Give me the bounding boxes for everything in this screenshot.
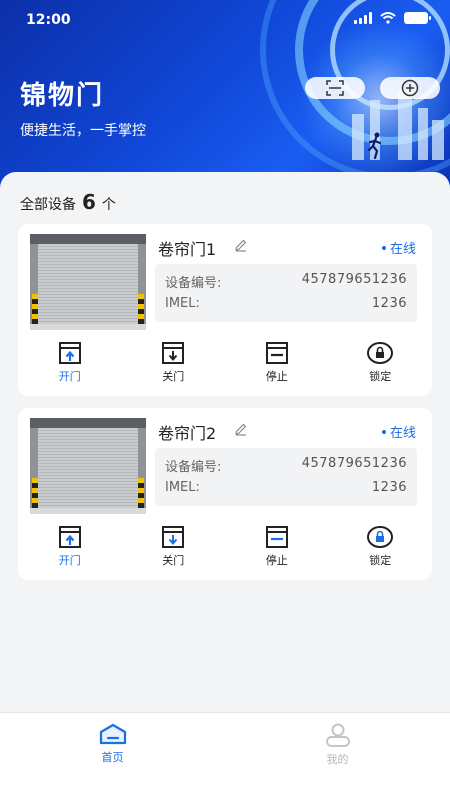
device-actions: 开门 关门 停止 锁定	[18, 524, 432, 574]
online-status: 在线	[381, 422, 416, 441]
device-count-label: 全部设备	[20, 197, 76, 213]
imel-row: IMEL: 1236	[165, 296, 407, 311]
wifi-icon	[380, 12, 396, 24]
online-status: 在线	[381, 238, 416, 257]
device-list-panel: 全部设备 6 个 卷帘门1 在线 设备编号: 457879651236 IMEL…	[0, 172, 450, 712]
imel-value: 1236	[371, 296, 407, 311]
lock-door-button[interactable]: 锁定	[329, 340, 433, 390]
open-door-label: 开门	[58, 554, 81, 567]
status-time: 12:00	[26, 12, 71, 28]
app-title: 锦物门	[20, 81, 105, 111]
device-count-unit: 个	[101, 197, 116, 213]
device-name: 卷帘门1	[158, 240, 217, 259]
add-circle-icon	[401, 79, 419, 97]
roller-door-image	[30, 418, 146, 514]
runner-icon	[367, 132, 382, 160]
building-graphic	[398, 90, 412, 160]
stop-door-label: 停止	[265, 370, 288, 383]
imel-label: IMEL:	[165, 296, 200, 311]
close-door-button[interactable]: 关门	[122, 524, 226, 574]
lock-icon	[367, 526, 394, 548]
edit-icon[interactable]	[234, 422, 248, 436]
device-actions: 开门 关门 停止 锁定	[18, 340, 432, 390]
device-count-number: 6	[82, 190, 96, 214]
stop-door-label: 停止	[265, 554, 288, 567]
open-door-button[interactable]: 开门	[18, 524, 122, 574]
imel-value: 1236	[371, 480, 407, 495]
device-card[interactable]: 卷帘门1 在线 设备编号: 457879651236 IMEL: 1236 开门…	[18, 224, 432, 396]
device-info-box: 设备编号: 457879651236 IMEL: 1236	[155, 448, 417, 506]
lock-door-label: 锁定	[369, 370, 392, 383]
status-dot-icon	[381, 245, 386, 250]
stop-door-button[interactable]: 停止	[225, 340, 329, 390]
lock-door-button[interactable]: 锁定	[329, 524, 433, 574]
serial-value: 457879651236	[301, 272, 407, 287]
serial-row: 设备编号: 457879651236	[165, 456, 407, 475]
home-icon	[99, 723, 126, 745]
signal-icon	[354, 12, 372, 24]
serial-label: 设备编号:	[165, 276, 222, 291]
close-door-label: 关门	[162, 554, 185, 567]
lock-door-label: 锁定	[369, 554, 392, 567]
device-card[interactable]: 卷帘门2 在线 设备编号: 457879651236 IMEL: 1236 开门…	[18, 408, 432, 580]
open-door-icon	[58, 526, 81, 548]
status-bar: 12:00	[0, 0, 450, 40]
user-icon	[325, 723, 350, 747]
close-door-icon	[162, 526, 185, 548]
status-icons	[354, 12, 431, 24]
device-info-box: 设备编号: 457879651236 IMEL: 1236	[155, 264, 417, 322]
status-label: 在线	[389, 426, 416, 441]
open-door-button[interactable]: 开门	[18, 340, 122, 390]
scan-button[interactable]	[305, 77, 365, 99]
status-dot-icon	[381, 429, 386, 434]
status-label: 在线	[389, 242, 416, 257]
device-name: 卷帘门2	[158, 424, 217, 443]
bottom-nav: 首页 我的	[0, 712, 450, 800]
scan-icon	[326, 80, 344, 96]
battery-icon	[404, 12, 431, 24]
stop-door-icon	[265, 342, 288, 364]
building-graphic	[352, 114, 364, 160]
imel-row: IMEL: 1236	[165, 480, 407, 495]
app-subtitle: 便捷生活，一手掌控	[20, 123, 146, 139]
stop-door-button[interactable]: 停止	[225, 524, 329, 574]
nav-mine[interactable]: 我的	[225, 713, 450, 800]
building-graphic	[432, 120, 444, 160]
stop-door-icon	[265, 526, 288, 548]
imel-label: IMEL:	[165, 480, 200, 495]
serial-label: 设备编号:	[165, 460, 222, 475]
close-door-button[interactable]: 关门	[122, 340, 226, 390]
header-banner: 12:00 锦物门 便捷生活，一手掌控	[0, 0, 450, 200]
nav-mine-label: 我的	[326, 753, 349, 766]
roller-door-image	[30, 234, 146, 330]
lock-icon	[367, 342, 394, 364]
edit-icon[interactable]	[234, 238, 248, 252]
device-count: 全部设备 6 个	[20, 190, 116, 214]
open-door-label: 开门	[58, 370, 81, 383]
nav-home[interactable]: 首页	[0, 713, 225, 800]
open-door-icon	[58, 342, 81, 364]
close-door-label: 关门	[162, 370, 185, 383]
nav-home-label: 首页	[101, 751, 124, 764]
add-device-button[interactable]	[380, 77, 440, 99]
building-graphic	[418, 108, 428, 160]
close-door-icon	[162, 342, 185, 364]
serial-value: 457879651236	[301, 456, 407, 471]
serial-row: 设备编号: 457879651236	[165, 272, 407, 291]
